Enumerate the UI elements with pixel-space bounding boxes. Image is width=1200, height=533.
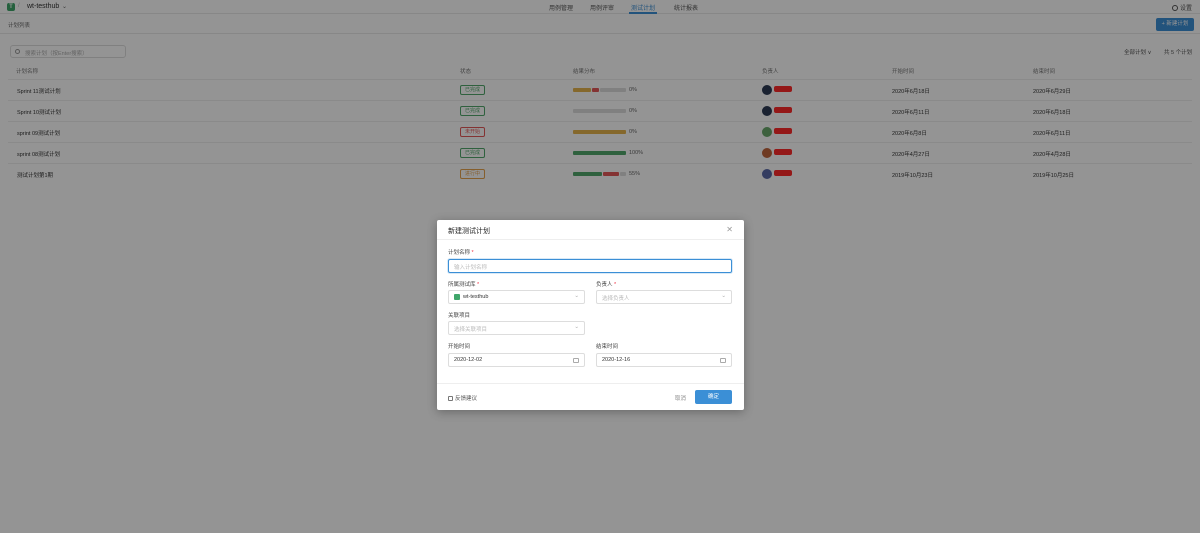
chevron-down-icon: ⌄: [574, 324, 579, 330]
calendar-icon: [720, 358, 726, 363]
plan-name-placeholder: 输入计划名称: [454, 265, 488, 271]
owner-label-text: 负责人: [596, 282, 613, 288]
plan-name-label: 计划名称 *: [448, 248, 474, 256]
dialog-title: 新建测试计划: [448, 228, 490, 235]
owner-label: 负责人 *: [596, 280, 616, 288]
cancel-button[interactable]: 取消: [675, 394, 686, 402]
start-date-label: 开始时间: [448, 344, 471, 350]
repo-label: 所属测试库 *: [448, 280, 479, 288]
divider: [437, 383, 744, 384]
owner-placeholder: 选择负责人: [602, 296, 630, 302]
chevron-down-icon: ⌄: [574, 293, 579, 299]
feedback-link[interactable]: 反馈建议: [448, 394, 477, 402]
repo-label-text: 所属测试库: [448, 282, 476, 288]
required-mark: *: [614, 282, 617, 288]
end-date-value: 2020-12-16: [602, 357, 631, 363]
project-select[interactable]: 选择关联项目 ⌄: [448, 321, 585, 335]
calendar-icon: [573, 358, 579, 363]
project-placeholder: 选择关联项目: [454, 327, 488, 333]
feedback-icon: [448, 396, 453, 401]
repo-value: wt-testhub: [463, 294, 489, 300]
end-date-label: 结束时间: [596, 344, 619, 350]
required-mark: *: [471, 250, 474, 256]
plan-name-label-text: 计划名称: [448, 250, 471, 256]
project-label: 关联项目: [448, 313, 471, 319]
required-mark: *: [477, 282, 480, 288]
repo-select[interactable]: wt-testhub ⌄: [448, 290, 585, 304]
start-date-picker[interactable]: 2020-12-02: [448, 353, 585, 367]
plan-name-input[interactable]: 输入计划名称: [448, 259, 732, 273]
divider: [437, 239, 744, 240]
confirm-button[interactable]: 确定: [695, 390, 732, 404]
owner-select[interactable]: 选择负责人 ⌄: [596, 290, 732, 304]
end-date-picker[interactable]: 2020-12-16: [596, 353, 732, 367]
new-plan-dialog: 新建测试计划 ✕ 计划名称 * 输入计划名称 所属测试库 * wt-testhu…: [437, 220, 744, 410]
chevron-down-icon: ⌄: [721, 293, 726, 299]
close-icon[interactable]: ✕: [726, 225, 733, 234]
feedback-label: 反馈建议: [455, 396, 478, 402]
start-date-value: 2020-12-02: [454, 357, 483, 363]
repo-icon: [454, 294, 460, 300]
